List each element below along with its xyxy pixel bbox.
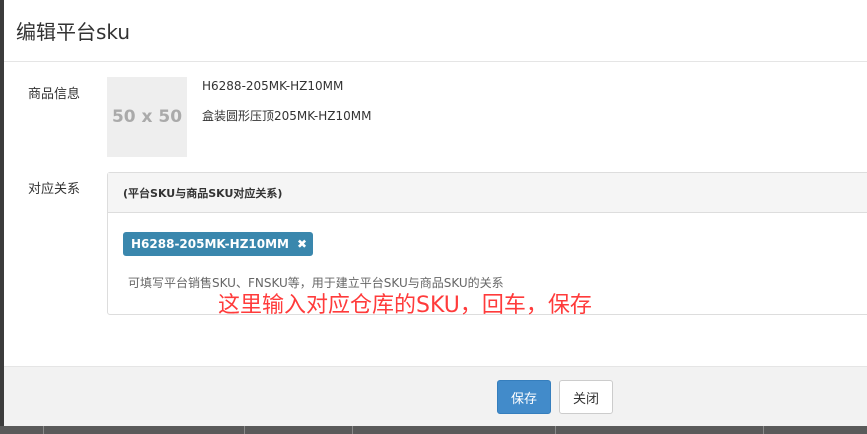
backdrop-table-divider [555,426,556,434]
page-backdrop-bottom [0,426,867,434]
product-info-label: 商品信息 [28,87,81,102]
product-sku: H6288-205MK-HZ10MM [202,79,344,93]
edit-platform-sku-modal: 编辑平台sku 商品信息 50 x 50 H6288-205MK-HZ10MM … [4,0,867,426]
backdrop-table-divider [244,426,245,434]
product-name: 盒装圆形压顶205MK-HZ10MM [202,109,372,123]
modal-footer: 保存 关闭 [4,366,867,426]
modal-title: 编辑平台sku [16,20,131,44]
remove-tag-icon[interactable]: ✖ [297,238,307,250]
mapping-label: 对应关系 [28,182,81,197]
save-button[interactable]: 保存 [497,380,551,414]
instruction-annotation: 这里输入对应仓库的SKU，回车，保存 [218,293,592,318]
backdrop-table-divider [43,426,44,434]
backdrop-table-divider [352,426,353,434]
backdrop-table-divider [763,426,764,434]
panel-heading: (平台SKU与商品SKU对应关系) [108,173,867,213]
product-image-placeholder: 50 x 50 [107,77,187,157]
sku-tag-label: H6288-205MK-HZ10MM [131,237,289,251]
close-button[interactable]: 关闭 [559,380,613,414]
modal-header: 编辑平台sku [4,0,867,62]
sku-tag[interactable]: H6288-205MK-HZ10MM ✖ [123,232,314,256]
